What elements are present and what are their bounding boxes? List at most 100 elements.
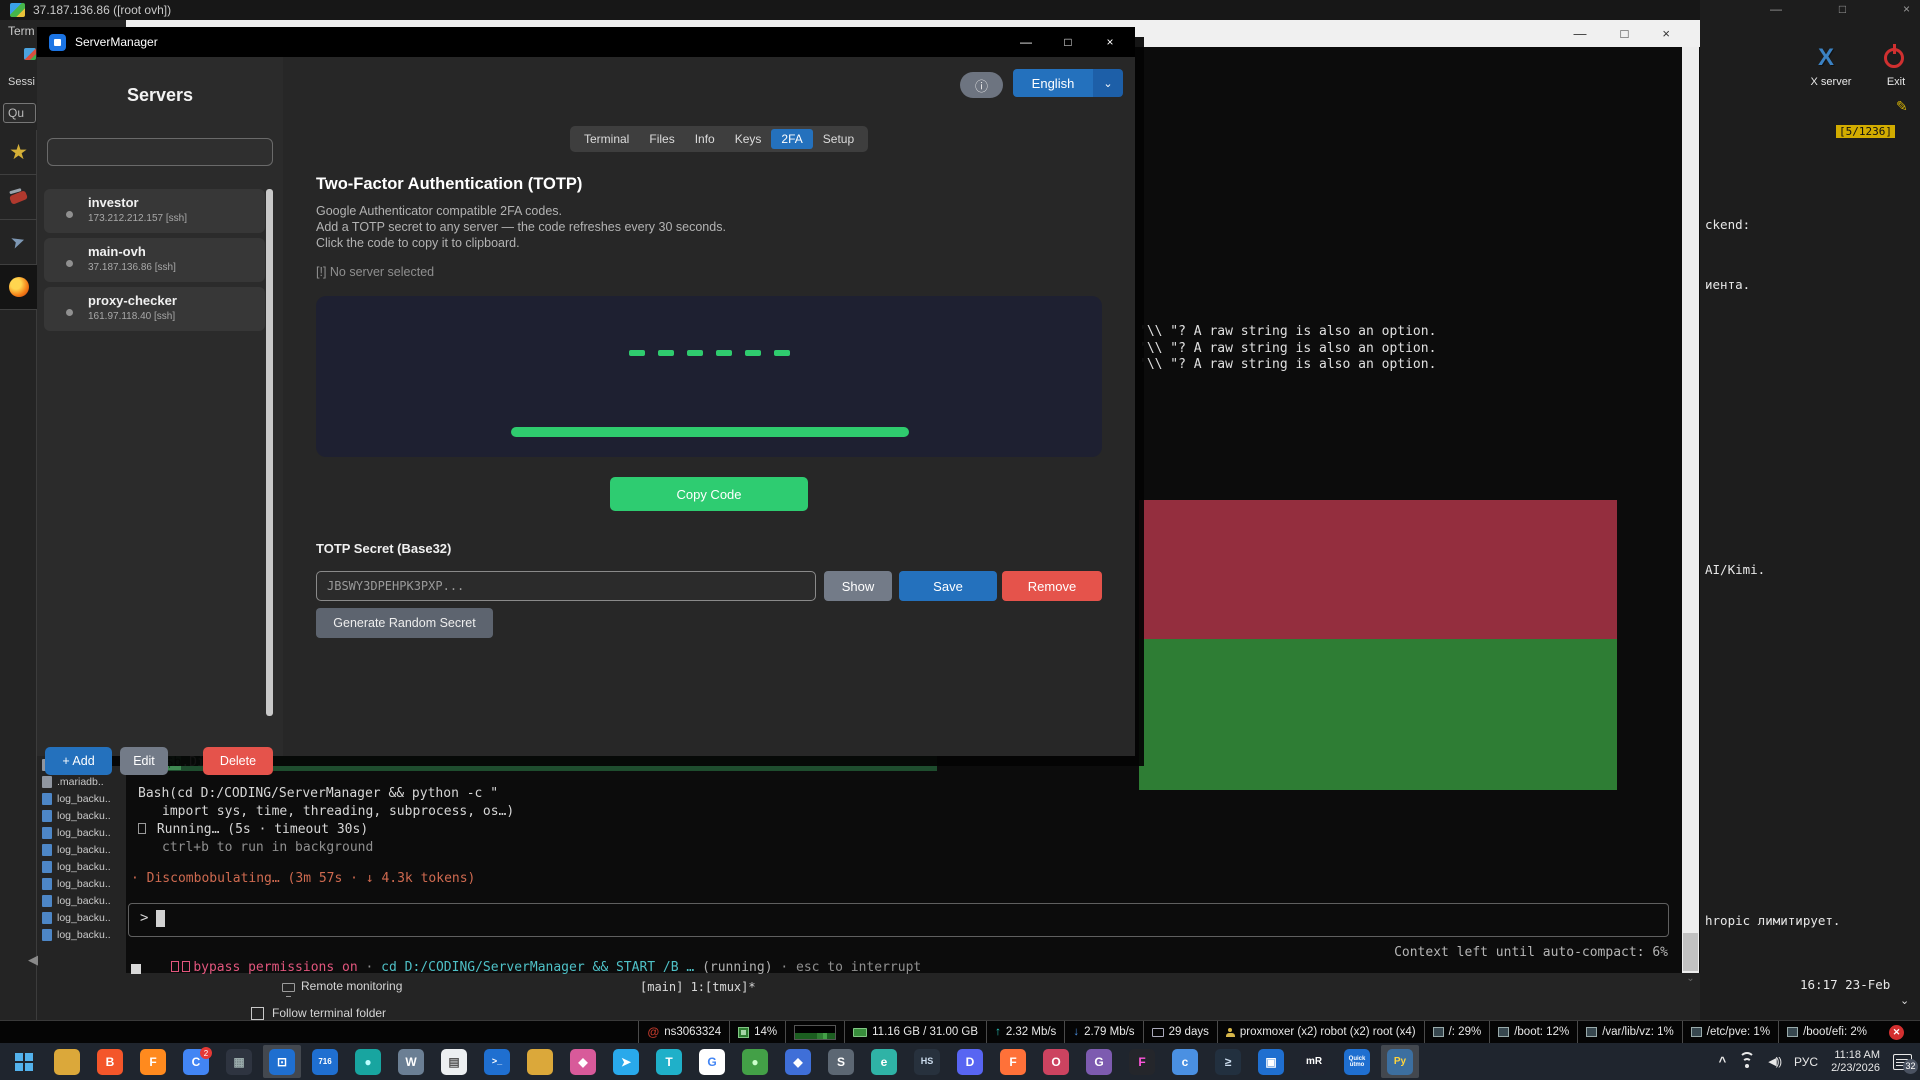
- file-list-item[interactable]: .mariadb..: [42, 775, 130, 788]
- taskbar-icon-winscp[interactable]: W: [392, 1045, 430, 1078]
- tab[interactable]: Keys: [725, 129, 772, 149]
- taskbar-icon-firefox-dev[interactable]: F: [994, 1045, 1032, 1078]
- file-list-item[interactable]: log_backu..: [42, 877, 130, 890]
- taskbar-icon-servermanager[interactable]: ⊡: [263, 1045, 301, 1078]
- server-search-input[interactable]: [47, 138, 273, 166]
- scroll-left-arrow[interactable]: ◀: [28, 952, 38, 968]
- taskbar-icon-folder-app[interactable]: [521, 1045, 559, 1078]
- quick-connect-input[interactable]: Qu: [3, 103, 36, 123]
- file-list-item[interactable]: log_backu..: [42, 860, 130, 873]
- add-server-button[interactable]: + Add: [45, 747, 112, 775]
- maximize-button[interactable]: □: [1047, 27, 1089, 57]
- taskbar-icon-green-app[interactable]: ●: [736, 1045, 774, 1078]
- file-list-item[interactable]: log_backu..: [42, 911, 130, 924]
- tab[interactable]: Files: [639, 129, 684, 149]
- close-button[interactable]: ×: [1089, 27, 1131, 57]
- taskbar-icon-figma[interactable]: F: [1123, 1045, 1161, 1078]
- taskbar-icon-chrome[interactable]: C 2: [177, 1045, 215, 1078]
- file-list-item[interactable]: log_backu..: [42, 894, 130, 907]
- taskbar-icon-file-explorer[interactable]: [48, 1045, 86, 1078]
- file-list-item[interactable]: log_backu..: [42, 826, 130, 839]
- file-list-item[interactable]: log_backu..: [42, 792, 130, 805]
- taskbar-icon-edge-app[interactable]: e: [865, 1045, 903, 1078]
- session-icon[interactable]: [24, 48, 36, 60]
- server-list-item[interactable]: investor 173.212.212.157 [ssh]: [44, 189, 265, 233]
- chevron-down-icon[interactable]: ⌄: [1900, 994, 1909, 1007]
- tab[interactable]: Setup: [813, 129, 864, 149]
- taskbar-icon-steam[interactable]: S: [822, 1045, 860, 1078]
- info-button[interactable]: ⓘ: [960, 72, 1003, 98]
- close-icon[interactable]: ✕: [1889, 1025, 1904, 1040]
- scrollbar-down-arrow[interactable]: ⌄: [1682, 973, 1699, 984]
- menu-terminal[interactable]: Term: [8, 24, 35, 38]
- server-list-item[interactable]: proxy-checker 161.97.118.40 [ssh]: [44, 287, 265, 331]
- show-secret-button[interactable]: Show: [824, 571, 892, 601]
- taskbar-icon-firefox[interactable]: F: [134, 1045, 172, 1078]
- taskbar-icon-dark-app[interactable]: ▦: [220, 1045, 258, 1078]
- taskbar-icon-opera[interactable]: O: [1037, 1045, 1075, 1078]
- taskbar-icon-powershell[interactable]: ≥: [1209, 1045, 1247, 1078]
- start-button[interactable]: [4, 1045, 44, 1078]
- taskbar-icon-brave[interactable]: B: [91, 1045, 129, 1078]
- follow-folder-checkbox[interactable]: [251, 1007, 264, 1020]
- edit-server-button[interactable]: Edit: [120, 747, 168, 775]
- minimize-button[interactable]: —: [1574, 26, 1587, 41]
- taskbar-icon-google[interactable]: G: [693, 1045, 731, 1078]
- tab[interactable]: Info: [685, 129, 725, 149]
- minimize-button[interactable]: —: [1770, 2, 1782, 16]
- sessions-tab[interactable]: ➤: [0, 220, 37, 265]
- tab[interactable]: 2FA: [771, 129, 812, 149]
- session-button-label[interactable]: Sessi: [8, 76, 35, 88]
- x-server-icon[interactable]: X: [1818, 44, 1834, 72]
- delete-server-button[interactable]: Delete: [203, 747, 273, 775]
- taskbar-icon-quickutmo[interactable]: Quick utmo: [1338, 1045, 1376, 1078]
- favorites-tab[interactable]: ★: [0, 130, 37, 175]
- servermanager-titlebar[interactable]: ServerManager — □ ×: [37, 27, 1135, 57]
- taskbar-icon-discord[interactable]: D: [951, 1045, 989, 1078]
- taskbar-icon-terminal-app[interactable]: >_: [478, 1045, 516, 1078]
- remove-secret-button[interactable]: Remove: [1002, 571, 1102, 601]
- minimize-button[interactable]: —: [1005, 27, 1047, 57]
- taskbar-icon-thunderbird[interactable]: T: [650, 1045, 688, 1078]
- taskbar-icon-github[interactable]: G: [1080, 1045, 1118, 1078]
- exit-power-icon[interactable]: [1884, 48, 1904, 68]
- wifi-icon[interactable]: [1739, 1056, 1755, 1068]
- taskbar-icon-app-716[interactable]: 716: [306, 1045, 344, 1078]
- taskbar-icon-libreoffice[interactable]: ▤: [435, 1045, 473, 1078]
- totp-code-panel[interactable]: [316, 296, 1102, 457]
- file-list-item[interactable]: log_backu..: [42, 809, 130, 822]
- tab[interactable]: Terminal: [574, 129, 639, 149]
- maximize-button[interactable]: □: [1621, 26, 1629, 41]
- taskbar-icon-teal-app[interactable]: ●: [349, 1045, 387, 1078]
- taskbar-icon-pink-app[interactable]: ◆: [564, 1045, 602, 1078]
- taskbar-icon-telegram[interactable]: ➤: [607, 1045, 645, 1078]
- taskbar-icon-hs-app[interactable]: HS: [908, 1045, 946, 1078]
- copy-code-button[interactable]: Copy Code: [610, 477, 808, 511]
- notification-center-icon[interactable]: 32: [1893, 1054, 1912, 1070]
- close-button[interactable]: ×: [1903, 2, 1910, 16]
- save-secret-button[interactable]: Save: [899, 571, 997, 601]
- network-tab[interactable]: [0, 265, 37, 310]
- scrollbar-thumb[interactable]: [1683, 933, 1698, 971]
- close-button[interactable]: ×: [1662, 26, 1670, 41]
- tray-expand-chevron[interactable]: ^: [1719, 1054, 1727, 1069]
- taskbar-icon-chromium[interactable]: c: [1166, 1045, 1204, 1078]
- sidebar-scrollbar[interactable]: [266, 189, 273, 716]
- pencil-icon[interactable]: ✎: [1896, 98, 1908, 115]
- prompt-input-box[interactable]: [128, 903, 1669, 937]
- maximize-button[interactable]: □: [1839, 2, 1846, 16]
- tools-tab[interactable]: [0, 175, 37, 220]
- scrollbar[interactable]: ⌄: [1682, 47, 1699, 973]
- language-dropdown[interactable]: English ⌄: [1013, 69, 1123, 97]
- file-list-item[interactable]: log_backu..: [42, 928, 130, 941]
- server-list-item[interactable]: main-ovh 37.187.136.86 [ssh]: [44, 238, 265, 282]
- taskbar-icon-gem-app[interactable]: ◆: [779, 1045, 817, 1078]
- taskbar-icon-remote-desktop[interactable]: ▣: [1252, 1045, 1290, 1078]
- generate-secret-button[interactable]: Generate Random Secret: [316, 608, 493, 638]
- volume-icon[interactable]: ◀)): [1768, 1055, 1781, 1068]
- taskbar-icon-mremoteng[interactable]: mR: [1295, 1045, 1333, 1078]
- taskbar-icon-python[interactable]: Py: [1381, 1045, 1419, 1078]
- totp-secret-input[interactable]: [316, 571, 816, 601]
- clock[interactable]: 11:18 AM 2/23/2026: [1831, 1049, 1880, 1075]
- file-list-item[interactable]: log_backu..: [42, 843, 130, 856]
